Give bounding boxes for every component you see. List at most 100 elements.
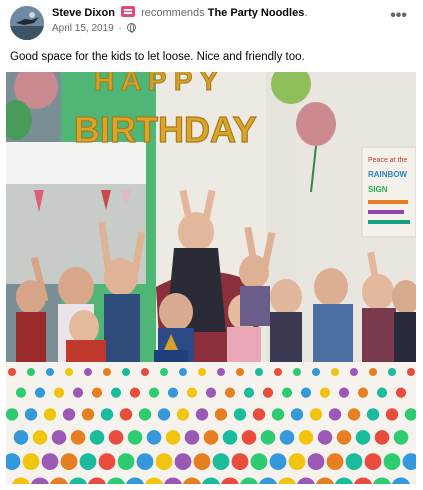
tablecloth-dot [347,408,361,421]
tablecloth-dot [141,368,149,376]
tablecloth-dot [60,453,78,470]
tablecloth-dot [281,387,293,398]
tablecloth-dot [165,430,181,445]
tablecloth-dot [176,408,190,421]
tablecloth-dot [383,453,401,470]
tablecloth-dot [70,430,86,445]
tablecloth-dot [13,430,29,445]
tablecloth-dot [331,368,339,376]
author-avatar[interactable] [10,6,44,40]
tablecloth-dot [364,453,382,470]
tablecloth-dot [195,408,209,421]
tablecloth-dot [53,387,65,398]
tablecloth-dot [155,453,173,470]
author-name[interactable]: Steve Dixon [52,7,115,19]
tablecloth-dot [298,430,314,445]
tablecloth-dot [62,408,76,421]
tablecloth-dot [300,387,312,398]
tablecloth-dot [8,368,16,376]
post-date[interactable]: April 15, 2019 [52,23,114,34]
tablecloth-dot [157,408,171,421]
tablecloth-dot [393,430,409,445]
tablecloth-dot [103,368,111,376]
tablecloth-dot [81,408,95,421]
tablecloth-dot [222,430,238,445]
tablecloth-dot [217,368,225,376]
tablecloth-dot [129,387,141,398]
tablecloth-dot [179,368,187,376]
tablecloth-dot [65,368,73,376]
tablecloth-dot [231,453,249,470]
tablecloth-dot [212,453,230,470]
tablecloth-dot [395,387,407,398]
tablecloth-dot [345,453,363,470]
meta-separator: · [118,23,122,34]
tablecloth-dot [241,430,257,445]
tablecloth-dot [271,408,285,421]
globe-icon[interactable] [126,23,136,33]
tablecloth-dot [274,368,282,376]
tablecloth-dot [34,387,46,398]
tablecloth-dot [350,368,358,376]
tablecloth-dot [407,368,415,376]
tablecloth-dot [184,430,200,445]
tablecloth-dot [355,430,371,445]
tablecloth-dot [388,368,396,376]
tablecloth-dot [293,368,301,376]
tablecloth-dot [193,453,211,470]
tablecloth-dot [243,387,255,398]
tablecloth-dot [108,430,124,445]
tablecloth-dot [288,453,306,470]
tablecloth-dot [127,430,143,445]
tablecloth-dot [146,430,162,445]
post-meta: April 15, 2019 · [52,22,136,35]
tablecloth-dot [148,387,160,398]
tablecloth-dot [6,408,19,421]
tablecloth-dot [167,387,179,398]
tablecloth-dot [15,387,27,398]
tablecloth-dot [262,387,274,398]
tablecloth-dot [138,408,152,421]
avatar-icon [10,6,44,40]
tablecloth-dot [98,453,116,470]
tablecloth-dot [51,430,67,445]
tablecloth-dot [214,408,228,421]
tablecloth-dot [279,430,295,445]
tablecloth-dot [203,430,219,445]
tablecloth-dot [46,368,54,376]
tablecloth-dot [366,408,380,421]
sign-line-3: SIGN [368,185,388,194]
tablecloth-dot [72,387,84,398]
tablecloth-dot [357,387,369,398]
sign-line-2: RAINBOW [368,170,408,179]
party-photo-image: H A P P Y BIRTHDAY Peace at the RAINBOW … [6,72,416,484]
tablecloth-dot [260,430,276,445]
tablecloth-dot [186,387,198,398]
tablecloth-dot [317,430,333,445]
tablecloth-dot [32,430,48,445]
tablecloth-dot [89,430,105,445]
recommend-flag-icon [121,6,136,17]
tablecloth-dot [252,408,266,421]
tablecloth-dot [312,368,320,376]
page-name-link[interactable]: The Party Noodles [208,7,305,19]
sign-line-1: Peace at the [368,157,407,164]
recommends-text: recommends [141,7,205,19]
tablecloth-dot [385,408,399,421]
tablecloth-dot [326,453,344,470]
tablecloth-dot [269,453,287,470]
tablecloth-dot [136,453,154,470]
tablecloth-dot [119,408,133,421]
post-photo[interactable]: H A P P Y BIRTHDAY Peace at the RAINBOW … [6,72,416,484]
tablecloth-dot [250,453,268,470]
tablecloth-dot [233,408,247,421]
tablecloth-dot [43,408,57,421]
tablecloth-dot [307,453,325,470]
tablecloth-dot [338,387,350,398]
post-card: Steve Dixon recommends The Party Noodles… [0,0,423,490]
tablecloth-dot [309,408,323,421]
tablecloth-dot [122,368,130,376]
tablecloth-dot [79,453,97,470]
more-options-icon[interactable]: ••• [390,8,407,24]
tablecloth-dot [110,387,122,398]
